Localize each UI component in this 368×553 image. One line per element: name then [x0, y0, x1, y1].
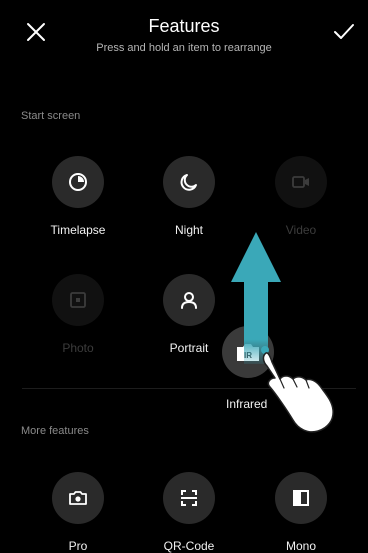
- portrait-icon: [163, 274, 215, 326]
- feature-label: Night: [174, 223, 203, 237]
- infrared-icon: IR: [237, 344, 259, 361]
- feature-mono[interactable]: Mono: [246, 472, 356, 553]
- qr-scan-icon: [163, 472, 215, 524]
- features-screen: Features Press and hold an item to rearr…: [0, 0, 368, 553]
- timelapse-icon: [52, 156, 104, 208]
- feature-qr-code[interactable]: QR-Code: [134, 472, 244, 553]
- mono-icon: [275, 472, 327, 524]
- feature-label: Photo: [62, 341, 94, 355]
- section-more-features-label: More features: [21, 425, 89, 437]
- page-subtitle: Press and hold an item to rearrange: [96, 42, 272, 54]
- feature-pro[interactable]: Pro: [23, 472, 133, 553]
- feature-night[interactable]: Night: [134, 156, 244, 246]
- moon-icon: [163, 156, 215, 208]
- feature-label: Pro: [68, 539, 88, 553]
- check-icon[interactable]: [332, 20, 356, 44]
- feature-label: Video: [285, 223, 317, 237]
- feature-timelapse[interactable]: Timelapse: [23, 156, 133, 246]
- feature-label: QR-Code: [163, 539, 215, 553]
- infrared-badge: IR: [244, 351, 252, 360]
- camera-icon: [52, 472, 104, 524]
- hand-pointer-icon: [262, 352, 334, 433]
- page-title: Features: [148, 16, 220, 36]
- feature-video[interactable]: Video: [246, 156, 356, 246]
- feature-label: Mono: [285, 539, 317, 553]
- feature-label-infrared: Infrared: [226, 397, 268, 411]
- feature-infrared-dragging[interactable]: IR: [222, 326, 274, 378]
- video-icon: [275, 156, 327, 208]
- section-start-screen-label: Start screen: [21, 110, 81, 122]
- section-divider: [22, 388, 356, 389]
- photo-icon: [52, 274, 104, 326]
- feature-label: Timelapse: [50, 223, 106, 237]
- feature-photo[interactable]: Photo: [23, 274, 133, 364]
